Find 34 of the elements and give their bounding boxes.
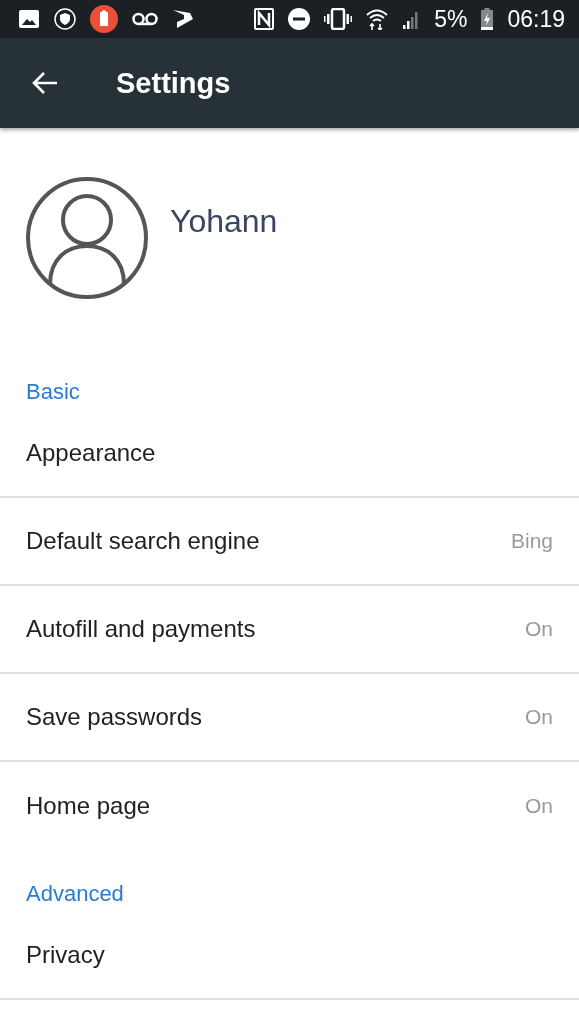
clock: 06:19	[507, 5, 565, 33]
item-label: Appearance	[26, 439, 156, 467]
battery-alert-icon	[90, 5, 118, 33]
image-icon	[18, 9, 40, 29]
settings-item[interactable]: Privacy	[0, 912, 579, 1000]
voicemail-icon	[132, 12, 158, 26]
avatar-icon[interactable]	[26, 177, 148, 299]
item-label: Home page	[26, 792, 151, 820]
settings-item[interactable]: Appearance	[0, 410, 579, 498]
battery-percent: 5%	[434, 5, 468, 33]
item-value: On	[525, 794, 553, 818]
section-header: Advanced	[25, 880, 125, 908]
item-label: Default search engine	[26, 527, 260, 555]
settings-item[interactable]: Save passwords On	[0, 674, 579, 762]
item-label: Save passwords	[26, 703, 203, 731]
nfc-icon	[254, 8, 275, 30]
item-label: Privacy	[26, 941, 105, 969]
shield-icon	[54, 8, 76, 30]
vibrate-icon	[324, 8, 353, 30]
do-not-disturb-icon	[288, 8, 311, 30]
item-value: Bing	[510, 529, 553, 553]
item-value: On	[525, 705, 553, 729]
settings-item[interactable]: Home page On	[0, 762, 579, 850]
back-arrow-icon	[32, 71, 58, 95]
item-label: Autofill and payments	[26, 615, 256, 643]
section-header: Basic	[25, 378, 81, 406]
settings-item[interactable]: Autofill and payments On	[0, 586, 579, 674]
item-value: On	[525, 617, 553, 641]
profile-name[interactable]: Yohann	[170, 203, 278, 240]
battery-charging-icon	[481, 8, 494, 30]
signal-icon	[402, 9, 421, 29]
settings-item[interactable]: Default search engine Bing	[0, 498, 579, 586]
wifi-icon	[366, 8, 389, 30]
page-title: Settings	[116, 66, 231, 100]
